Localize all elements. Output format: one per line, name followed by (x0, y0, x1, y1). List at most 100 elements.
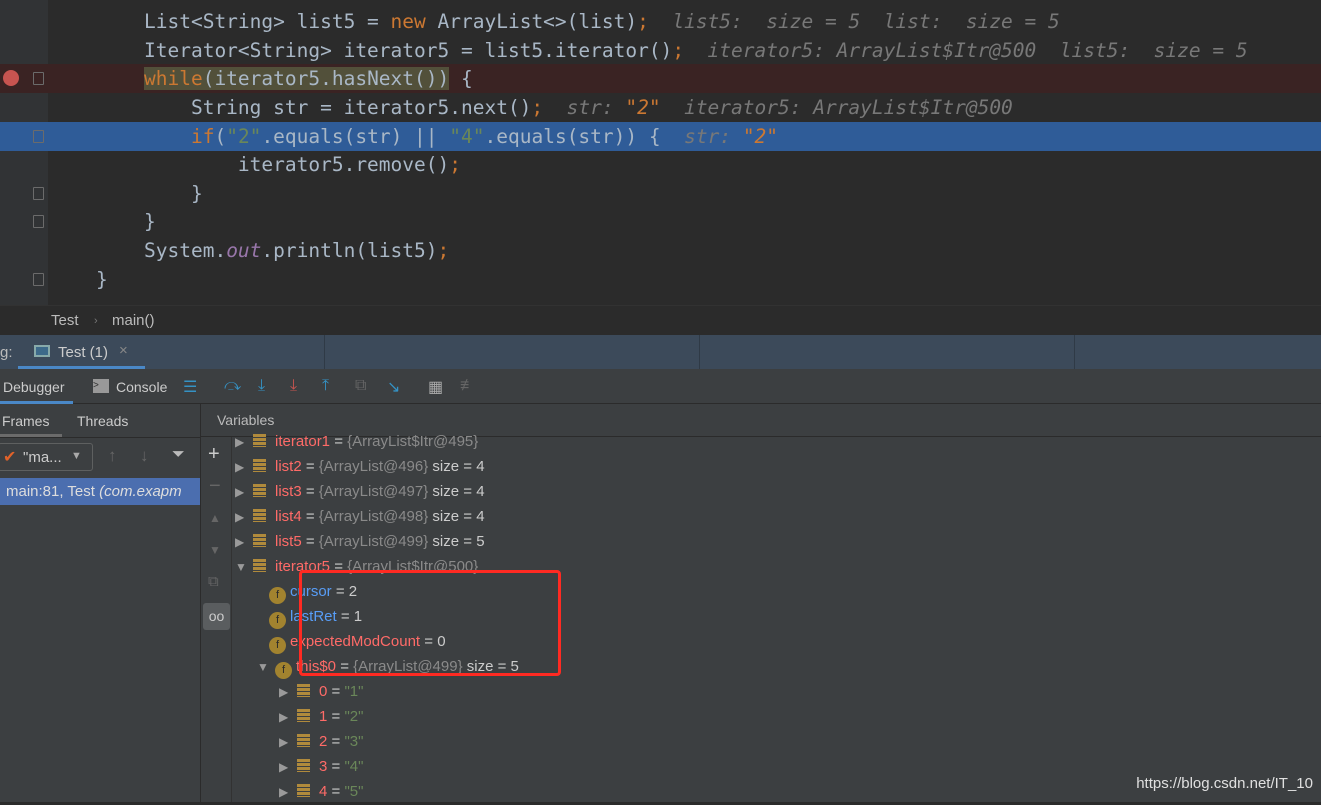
variable-value: size = 4 (432, 458, 485, 475)
drop-frame-icon[interactable]: ⧉ (355, 377, 366, 395)
collapse-icon[interactable]: ▼ (257, 655, 275, 680)
remove-watch-icon[interactable]: − (209, 475, 221, 498)
fold-icon[interactable] (33, 273, 44, 286)
force-step-into-icon[interactable]: ⤓ (290, 377, 297, 395)
variable-row[interactable]: ▶ iterator1 = {ArrayList$Itr@495} (235, 429, 478, 454)
code-token: while (144, 67, 203, 90)
code-text: String str = iterator5.next(); str: "2" … (144, 93, 1013, 122)
tab-test[interactable]: Test (1) × (18, 335, 145, 369)
variable-name: iterator1 (275, 433, 331, 450)
code-line[interactable]: String str = iterator5.next(); str: "2" … (0, 93, 1321, 122)
arrow-up-icon[interactable]: ↑ (108, 446, 117, 466)
evaluate-expression-icon[interactable]: ▦ (428, 377, 443, 397)
code-line[interactable]: } (0, 265, 1321, 294)
variable-row[interactable]: ▶ list2 = {ArrayList@496} size = 4 (235, 454, 485, 479)
add-watch-icon[interactable]: + (208, 443, 220, 466)
layout-icon[interactable]: ☰ (183, 377, 197, 397)
fold-icon[interactable] (33, 187, 44, 200)
frame-item[interactable]: main:81, Test (com.exapm (0, 478, 200, 505)
tab-frames[interactable]: Frames (0, 404, 62, 437)
step-out-icon[interactable]: ⤒ (322, 377, 329, 395)
breakpoint-icon[interactable] (3, 70, 19, 86)
watermark: https://blog.csdn.net/IT_10 (1136, 775, 1313, 792)
variable-name: list4 (275, 508, 302, 525)
code-token: "2" (226, 125, 262, 148)
move-up-icon[interactable]: ▲ (209, 511, 221, 525)
code-line[interactable]: } (0, 179, 1321, 208)
code-editor[interactable]: List<String> list5 = new ArrayList<>(lis… (0, 0, 1321, 305)
collapse-icon[interactable]: ▼ (235, 555, 253, 580)
code-line[interactable]: iterator5.remove(); (0, 150, 1321, 179)
expand-icon[interactable]: ▶ (279, 730, 297, 755)
list-icon (297, 784, 310, 797)
breadcrumb-class[interactable]: Test (51, 306, 79, 336)
equals: = (301, 533, 319, 550)
trace-icon[interactable]: ≢ (460, 377, 476, 395)
code-line[interactable]: System.out.println(list5); (0, 236, 1321, 265)
expand-icon[interactable]: ▶ (279, 755, 297, 780)
code-token: ; (672, 39, 685, 62)
breadcrumb: Test › main() (0, 305, 1321, 335)
variable-row[interactable]: ▶ list3 = {ArrayList@497} size = 4 (235, 479, 485, 504)
code-token: iterator5.remove() (144, 153, 450, 176)
run-to-cursor-icon[interactable]: ↘ (387, 377, 400, 397)
variable-row[interactable]: ▶ list4 = {ArrayList@498} size = 4 (235, 504, 485, 529)
expand-icon[interactable]: ▶ (235, 530, 253, 555)
code-line[interactable]: Iterator<String> iterator5 = list5.itera… (0, 36, 1321, 65)
inline-value-hint: list5: size = 5 list: size = 5 (648, 10, 1060, 33)
variable-type: {ArrayList@497} (318, 483, 429, 500)
variable-row[interactable]: ▶ 0 = "1" (279, 679, 363, 704)
code-line[interactable]: List<String> list5 = new ArrayList<>(lis… (0, 7, 1321, 36)
expand-icon[interactable]: ▶ (235, 505, 253, 530)
variable-row[interactable]: ▶ 3 = "4" (279, 754, 363, 779)
variable-row[interactable]: ▶ list5 = {ArrayList@499} size = 5 (235, 529, 485, 554)
code-line[interactable]: } (0, 207, 1321, 236)
variable-value: size = 4 (432, 508, 485, 525)
code-token: Iterator<String> iterator5 = list5.itera… (144, 39, 673, 62)
close-icon[interactable]: × (119, 342, 128, 359)
copy-icon[interactable]: ⧉ (208, 573, 219, 590)
expand-icon[interactable]: ▶ (279, 705, 297, 730)
code-token: ( (214, 125, 227, 148)
fold-icon[interactable] (33, 130, 44, 143)
arrow-down-icon[interactable]: ↓ (140, 446, 149, 466)
expand-icon[interactable]: ▶ (279, 680, 297, 705)
step-over-icon[interactable]: ⤼ (224, 377, 241, 395)
frame-label: main:81, Test (6, 483, 100, 500)
variable-row[interactable]: ▶ 4 = "5" (279, 779, 363, 804)
show-watches-icon[interactable]: oo (203, 603, 230, 630)
expand-icon[interactable]: ▶ (279, 780, 297, 805)
fold-icon[interactable] (33, 215, 44, 228)
code-line[interactable]: while(iterator5.hasNext()) { (0, 64, 1321, 93)
variable-row[interactable]: ▶ 1 = "2" (279, 704, 363, 729)
list-icon (253, 509, 266, 522)
variable-value: size = 5 (432, 533, 485, 550)
field-icon: f (269, 612, 286, 629)
variable-value: "4" (344, 758, 364, 775)
list-icon (253, 434, 266, 447)
breadcrumb-method[interactable]: main() (112, 306, 155, 336)
expand-icon[interactable]: ▶ (235, 430, 253, 455)
fold-icon[interactable] (33, 72, 44, 85)
step-into-icon[interactable]: ⤓ (258, 377, 265, 395)
filter-icon[interactable]: ⏷ (172, 446, 185, 464)
code-token: (iterator5.hasNext()) (202, 67, 450, 90)
list-icon (253, 559, 266, 572)
thread-select[interactable]: ✔ "ma... ▼ (0, 443, 93, 471)
list-icon (297, 734, 310, 747)
code-line[interactable]: if("2".equals(str) || "4".equals(str)) {… (0, 122, 1321, 151)
expand-icon[interactable]: ▶ (235, 455, 253, 480)
code-token: ; (637, 10, 649, 33)
variables-toolbar: + − ▲ ▼ ⧉ oo (201, 437, 232, 802)
equals: = (327, 733, 345, 750)
tab-console[interactable]: > Console (93, 369, 173, 404)
expand-icon[interactable]: ▶ (235, 480, 253, 505)
move-down-icon[interactable]: ▼ (209, 543, 221, 557)
tab-debugger[interactable]: Debugger (0, 369, 73, 404)
variable-row[interactable]: ▶ 2 = "3" (279, 729, 363, 754)
code-token: } (144, 210, 156, 233)
tab-threads[interactable]: Threads (77, 413, 128, 429)
app-window-icon (34, 345, 50, 357)
variable-name: list3 (275, 483, 302, 500)
